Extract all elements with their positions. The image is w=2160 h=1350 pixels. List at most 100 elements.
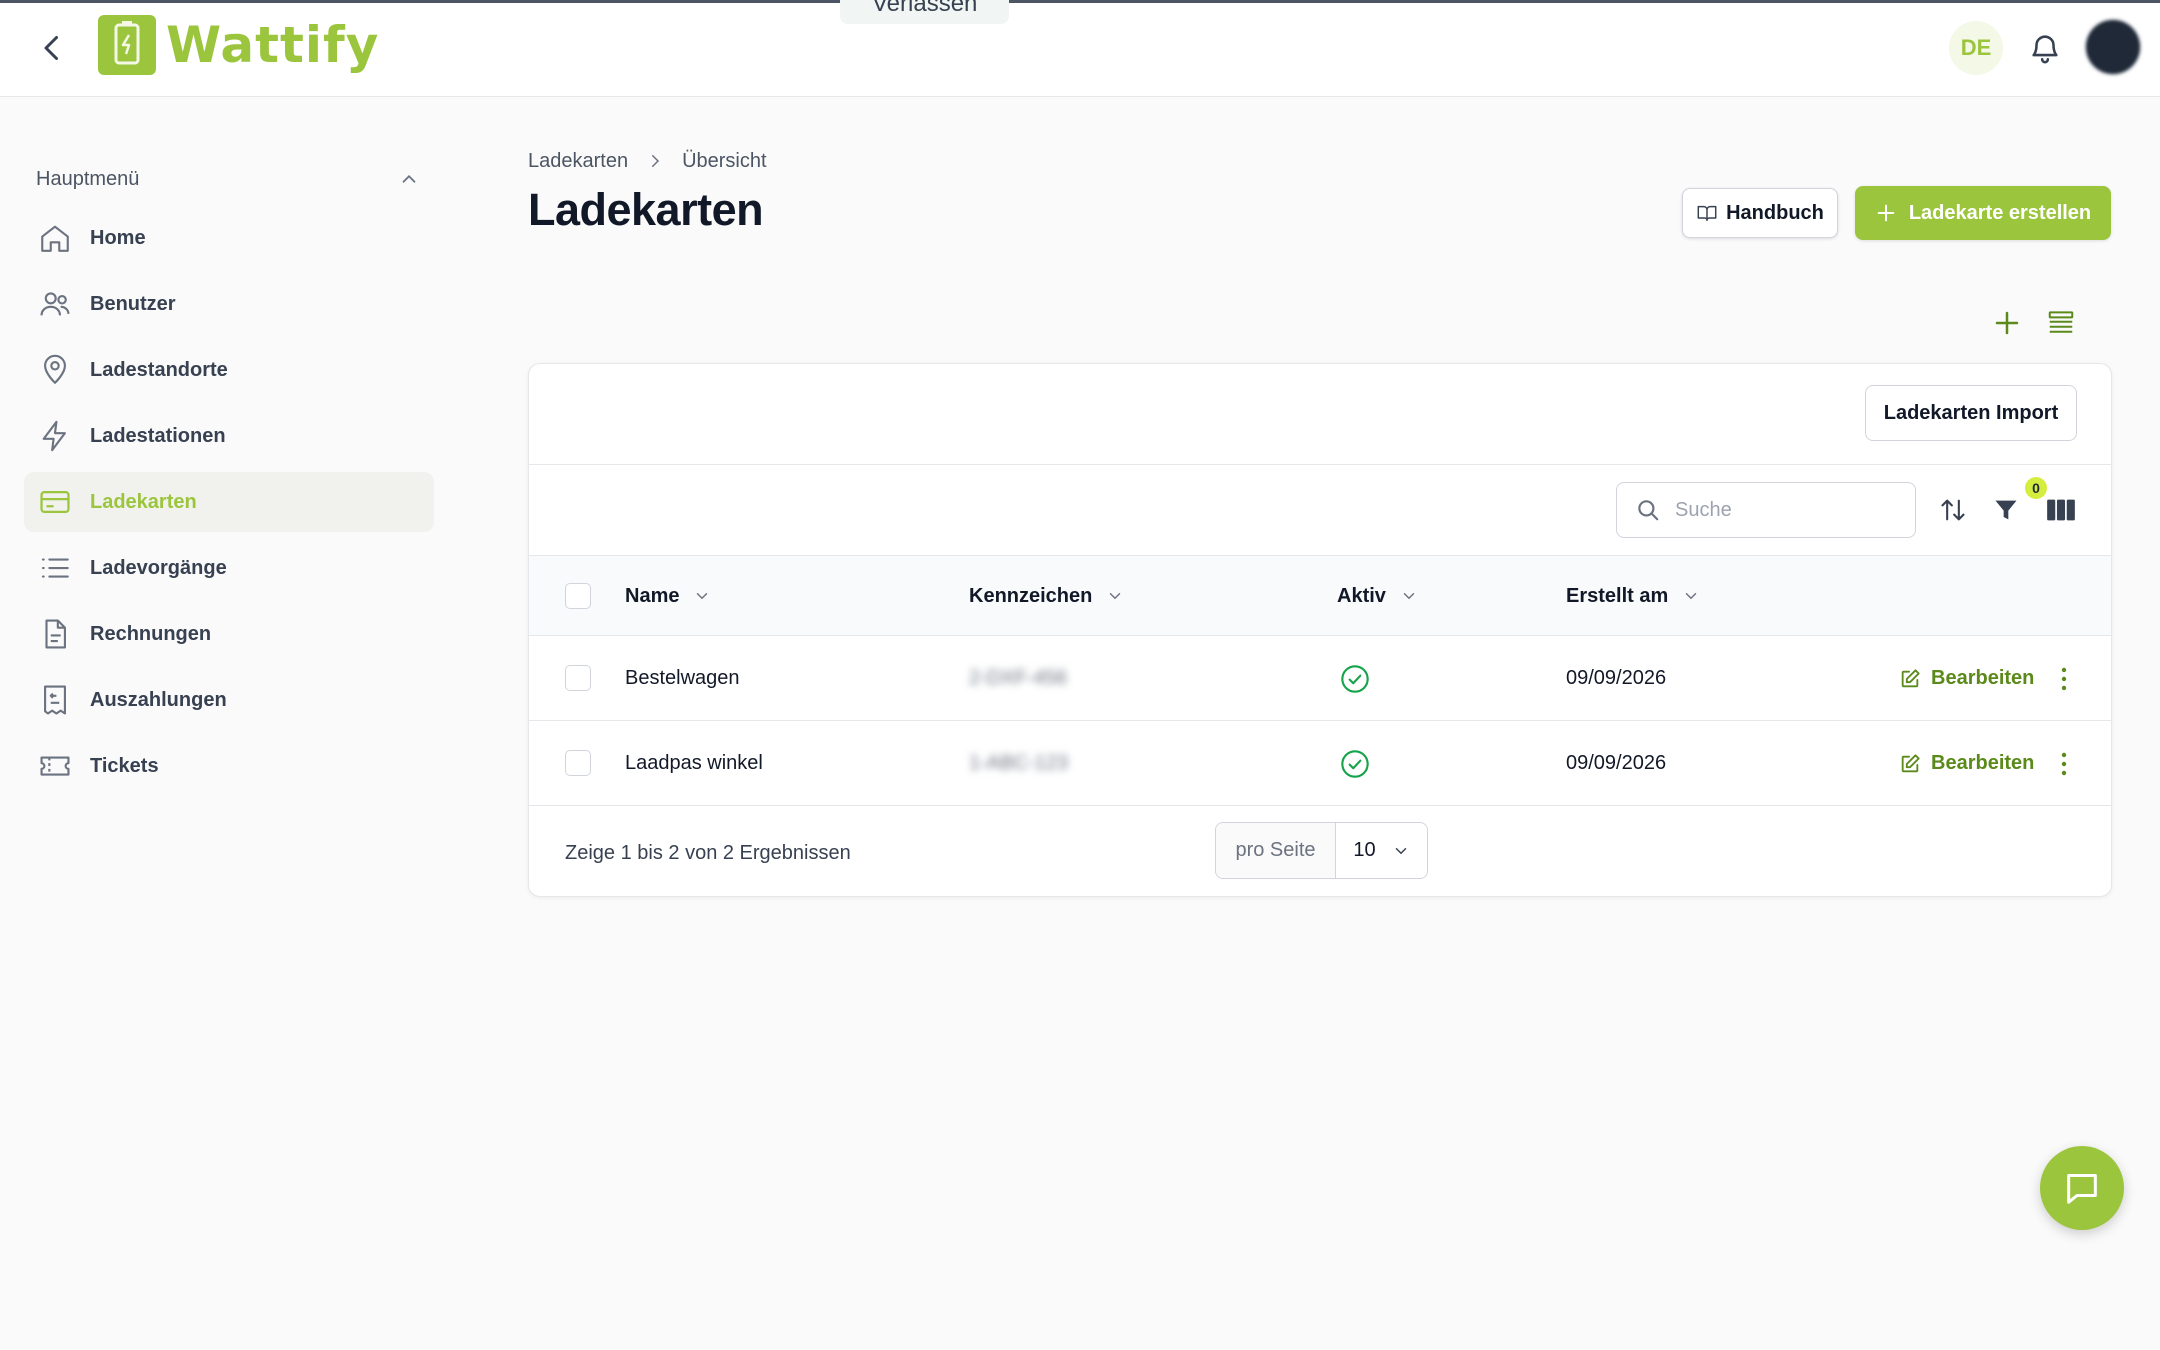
- sidebar: Hauptmenü Home Benutzer Ladestandorte La…: [0, 98, 460, 1350]
- sidebar-item-payouts[interactable]: Auszahlungen: [24, 670, 434, 730]
- filter-count-badge: 0: [2025, 477, 2047, 499]
- sidebar-item-charging-cards[interactable]: Ladekarten: [24, 472, 434, 532]
- select-all-checkbox[interactable]: [565, 583, 591, 609]
- cell-active: [1339, 636, 1371, 721]
- cell-active: [1339, 721, 1371, 806]
- check-circle-icon: [1341, 749, 1369, 778]
- edit-icon: [1901, 753, 1920, 772]
- breadcrumb-parent[interactable]: Ladekarten: [528, 150, 628, 173]
- chat-bubble-icon: [2067, 1174, 2097, 1204]
- cell-created: 09/09/2026: [1566, 752, 1667, 774]
- handbook-button[interactable]: Handbuch: [1682, 188, 1838, 238]
- search-icon: [1638, 500, 1659, 521]
- back-arrow-icon[interactable]: [34, 30, 70, 66]
- sidebar-item-label: Home: [90, 226, 146, 249]
- main-menu-title: Hauptmenü: [36, 167, 140, 190]
- app-logo[interactable]: Wattify: [98, 15, 379, 75]
- sidebar-item-label: Rechnungen: [90, 622, 212, 645]
- per-page-selector[interactable]: pro Seite 10: [1215, 822, 1428, 879]
- chevron-up-icon: [402, 174, 416, 183]
- search-input[interactable]: [1675, 498, 1895, 522]
- user-avatar[interactable]: [2086, 20, 2140, 74]
- cell-name: Laadpas winkel: [625, 752, 763, 774]
- column-header-active[interactable]: Aktiv: [1337, 556, 1418, 636]
- bell-icon[interactable]: [2028, 30, 2062, 66]
- columns-icon[interactable]: [2046, 496, 2076, 524]
- cell-name: Bestelwagen: [625, 667, 740, 689]
- language-switcher[interactable]: DE: [1949, 21, 2003, 75]
- map-pin-icon: [44, 354, 66, 385]
- edit-button[interactable]: Bearbeiten: [1899, 636, 2034, 721]
- top-bar: Verlassen Wattify DE: [0, 0, 2160, 97]
- results-summary: Zeige 1 bis 2 von 2 Ergebnissen: [565, 841, 851, 864]
- sidebar-item-charging-locations[interactable]: Ladestandorte: [24, 340, 434, 400]
- import-button[interactable]: Ladekarten Import: [1865, 385, 2077, 441]
- filter-icon[interactable]: [1992, 496, 2020, 524]
- table-toolbar: 0: [529, 465, 2111, 556]
- create-charging-card-button[interactable]: Ladekarte erstellen: [1855, 186, 2111, 240]
- row-checkbox[interactable]: [565, 665, 591, 691]
- page-title: Ladekarten: [528, 184, 764, 235]
- card-header: Ladekarten Import: [529, 364, 2111, 465]
- sidebar-nav: Home Benutzer Ladestandorte Ladestatione…: [24, 208, 434, 802]
- handbook-label: Handbuch: [1726, 201, 1824, 224]
- column-header-plate[interactable]: Kennzeichen: [969, 556, 1124, 636]
- charging-cards-table-card: Ladekarten Import 0 Name Kennzeichen Akt…: [528, 363, 2112, 897]
- chevron-down-icon: [697, 593, 708, 600]
- main-menu-header[interactable]: Hauptmenü: [36, 164, 420, 194]
- column-header-name[interactable]: Name: [625, 556, 711, 636]
- sidebar-item-label: Ladekarten: [90, 490, 197, 513]
- table-row[interactable]: Laadpas winkel 1-ABC-123 09/09/2026 Bear…: [529, 721, 2111, 806]
- sort-icon[interactable]: [1939, 496, 1967, 524]
- table-header: Name Kennzeichen Aktiv Erstellt am: [529, 556, 2111, 636]
- sidebar-item-charging-stations[interactable]: Ladestationen: [24, 406, 434, 466]
- breadcrumb-current: Übersicht: [682, 149, 767, 172]
- ticket-icon: [40, 756, 70, 776]
- edit-button[interactable]: Bearbeiten: [1899, 721, 2034, 806]
- row-menu-button[interactable]: [2053, 636, 2075, 721]
- per-page-value: 10: [1353, 839, 1376, 861]
- battery-logo-icon: [98, 15, 156, 75]
- credit-card-icon: [40, 490, 70, 514]
- edit-icon: [1901, 668, 1920, 687]
- edit-label: Bearbeiten: [1931, 752, 2035, 774]
- per-page-select[interactable]: 10: [1336, 823, 1427, 878]
- chevron-right-icon: [652, 155, 660, 167]
- search-box[interactable]: [1616, 482, 1916, 538]
- chevron-down-icon: [1395, 847, 1406, 854]
- sidebar-item-charging-sessions[interactable]: Ladevorgänge: [24, 538, 434, 598]
- document-icon: [45, 619, 66, 649]
- list-icon: [41, 558, 69, 578]
- sidebar-item-tickets[interactable]: Tickets: [24, 736, 434, 796]
- per-page-label: pro Seite: [1216, 823, 1336, 878]
- table-row[interactable]: Bestelwagen 2-DXF-456 09/09/2026 Bearbei…: [529, 636, 2111, 721]
- column-label: Aktiv: [1337, 584, 1386, 607]
- list-view-icon[interactable]: [2046, 308, 2076, 338]
- sidebar-item-label: Ladestandorte: [90, 358, 228, 381]
- book-icon: [1697, 205, 1717, 222]
- plus-icon: [1877, 204, 1895, 222]
- impersonation-banner: Verlassen: [830, 0, 1010, 24]
- sidebar-item-label: Ladestationen: [90, 424, 226, 447]
- add-view-icon[interactable]: [1992, 308, 2022, 338]
- sidebar-item-label: Ladevorgänge: [90, 556, 227, 579]
- column-header-created[interactable]: Erstellt am: [1566, 556, 1700, 636]
- kebab-menu-icon: [2061, 752, 2067, 775]
- leave-impersonation-button[interactable]: Verlassen: [840, 0, 1010, 24]
- sidebar-item-users[interactable]: Benutzer: [24, 274, 434, 334]
- sidebar-item-label: Auszahlungen: [90, 688, 227, 711]
- column-label: Erstellt am: [1566, 584, 1669, 607]
- row-checkbox[interactable]: [565, 750, 591, 776]
- column-label: Name: [625, 584, 680, 607]
- users-icon: [40, 292, 70, 316]
- table-footer: Zeige 1 bis 2 von 2 Ergebnissen pro Seit…: [529, 808, 2111, 896]
- cell-created: 09/09/2026: [1566, 667, 1667, 689]
- chat-button[interactable]: [2040, 1146, 2124, 1230]
- edit-label: Bearbeiten: [1931, 667, 2035, 689]
- sidebar-item-invoices[interactable]: Rechnungen: [24, 604, 434, 664]
- cell-plate: 2-DXF-456: [969, 667, 1067, 689]
- impersonation-stripe: [0, 0, 2160, 3]
- row-menu-button[interactable]: [2053, 721, 2075, 806]
- sidebar-item-home[interactable]: Home: [24, 208, 434, 268]
- breadcrumb: Ladekarten Übersicht: [528, 146, 767, 176]
